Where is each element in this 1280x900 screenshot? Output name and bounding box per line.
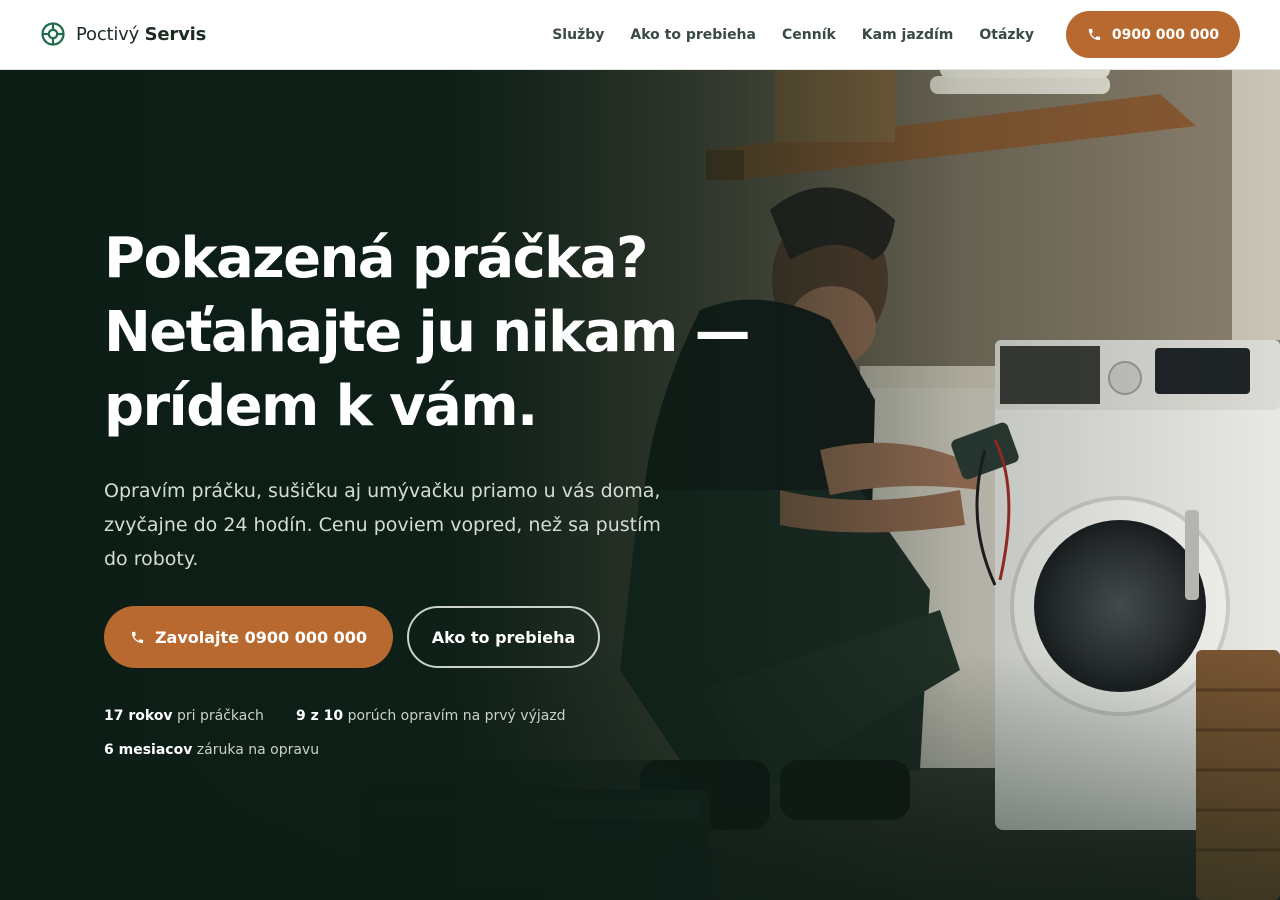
nav-item-otazky[interactable]: Otázky	[979, 27, 1034, 43]
main-nav: Služby Ako to prebieha Cenník Kam jazdím…	[526, 0, 1034, 70]
stat-first-visit-fix: 9 z 10 porúch opravím na prvý výjazd	[296, 708, 566, 724]
header-call-button[interactable]: 0900 000 000	[1066, 11, 1240, 58]
nav-item-cennik[interactable]: Cenník	[782, 27, 836, 43]
phone-icon	[1088, 28, 1101, 41]
how-it-works-button[interactable]: Ako to prebieha	[407, 606, 600, 668]
lifebuoy-icon	[41, 22, 65, 46]
hero-title-line-2: Neťahajte ju nikam —	[104, 300, 751, 365]
site-header: Poctivý Servis Služby Ako to prebieha Ce…	[0, 0, 1280, 70]
call-cta-button[interactable]: Zavolajte 0900 000 000	[104, 606, 393, 668]
hero-title-line-1: Pokazená práčka?	[104, 226, 648, 291]
hero-title-line-3: prídem k vám.	[104, 374, 538, 439]
brand-name: Poctivý Servis	[76, 24, 206, 45]
stat-experience: 17 rokov pri práčkach	[104, 708, 264, 724]
stat-value: 9 z 10	[296, 708, 344, 724]
how-it-works-label: Ako to prebieha	[431, 627, 576, 647]
stat-value: 6 mesiacov	[104, 742, 193, 758]
phone-icon	[131, 631, 144, 643]
call-cta-label: Zavolajte 0900 000 000	[154, 627, 368, 647]
stat-label: porúch opravím na prvý výjazd	[343, 708, 566, 724]
header-call-label: 0900 000 000	[1111, 26, 1220, 43]
nav-item-ako-to-prebieha[interactable]: Ako to prebieha	[630, 27, 756, 43]
brand-name-bold: Servis	[144, 23, 207, 45]
stat-warranty: 6 mesiacov záruka na opravu	[104, 742, 319, 758]
hero-section: Pokazená práčka? Neťahajte ju nikam — pr…	[0, 70, 1280, 900]
hero-title: Pokazená práčka? Neťahajte ju nikam — pr…	[104, 222, 804, 444]
stat-value: 17 rokov	[104, 708, 173, 724]
brand-logo[interactable]: Poctivý Servis	[40, 21, 206, 47]
nav-item-sluzby[interactable]: Služby	[552, 27, 604, 43]
stat-label: pri práčkach	[172, 708, 264, 724]
nav-item-kam-jazdim[interactable]: Kam jazdím	[862, 27, 954, 43]
hero-lead: Opravím práčku, sušičku aj umývačku pria…	[104, 480, 661, 570]
brand-name-regular: Poctivý	[76, 23, 140, 45]
stat-label: záruka na opravu	[192, 742, 320, 758]
